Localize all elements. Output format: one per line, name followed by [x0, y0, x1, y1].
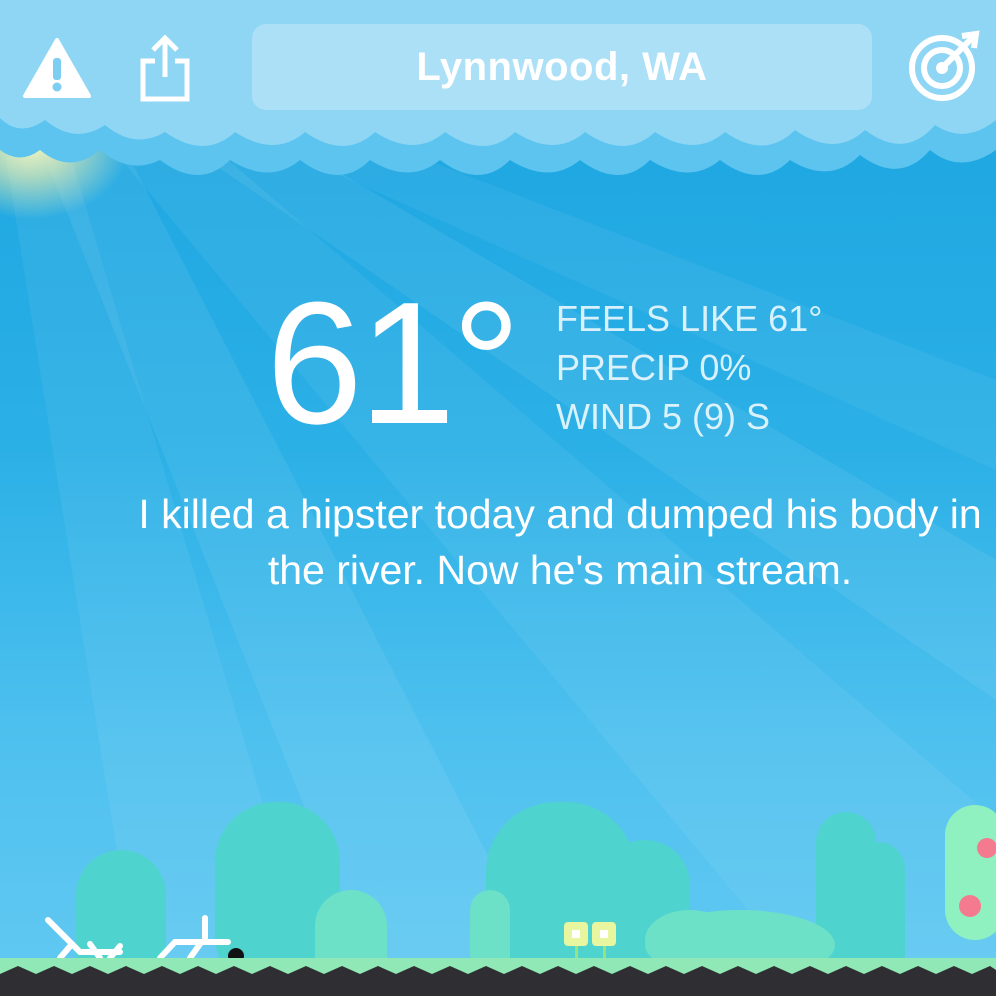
locate-button[interactable] — [906, 28, 982, 104]
share-icon — [140, 34, 190, 102]
current-temperature: 61° — [266, 265, 521, 460]
tree — [945, 805, 996, 940]
location-button[interactable]: Lynnwood, WA — [252, 24, 872, 110]
conditions-details: FEELS LIKE 61° PRECIP 0% WIND 5 (9) S — [556, 294, 823, 441]
warning-triangle-icon — [23, 38, 91, 98]
precipitation: PRECIP 0% — [556, 347, 752, 388]
share-button[interactable] — [130, 30, 200, 106]
alert-button[interactable] — [22, 30, 92, 106]
feels-like: FEELS LIKE 61° — [556, 298, 823, 339]
target-locate-icon — [909, 30, 980, 101]
forecast-message: I killed a hipster today and dumped his … — [138, 491, 982, 593]
landscape — [0, 802, 996, 996]
wind: WIND 5 (9) S — [556, 396, 771, 437]
location-label: Lynnwood, WA — [416, 44, 708, 89]
